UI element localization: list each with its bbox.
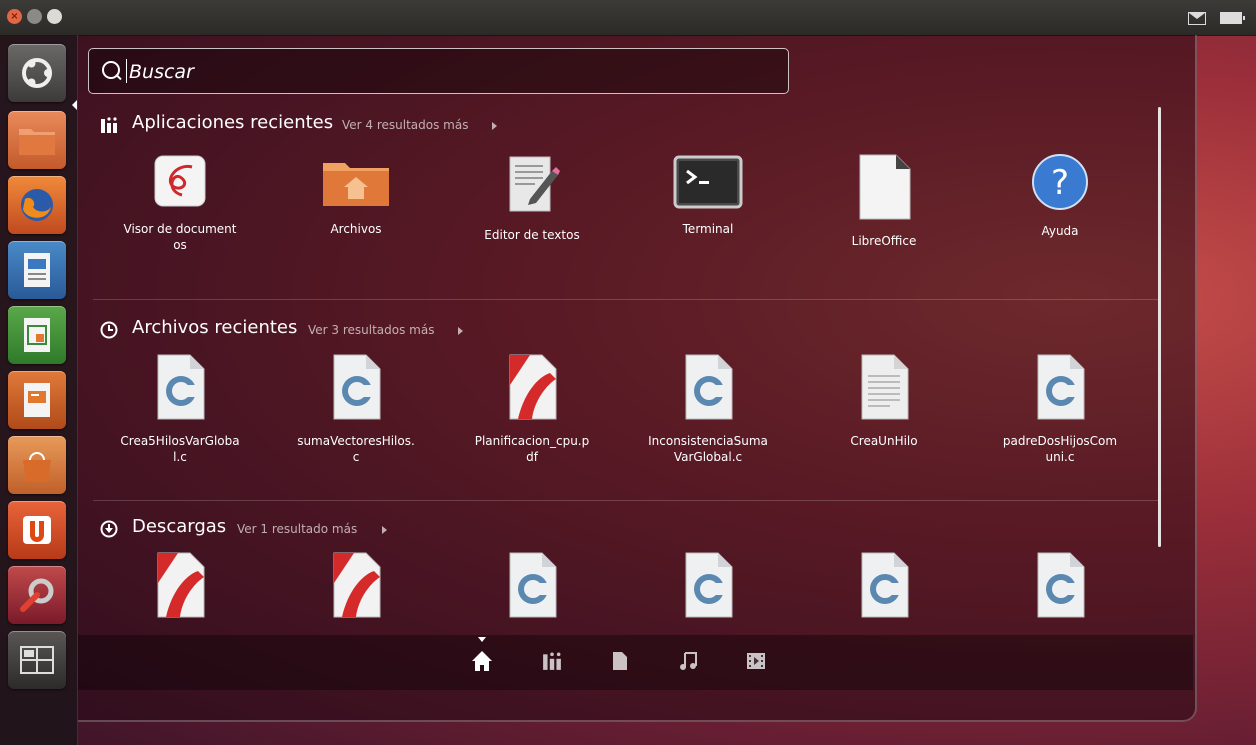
download-tile[interactable] — [100, 551, 260, 619]
lens-bar — [78, 635, 1193, 690]
file-tile[interactable]: sumaVectoresHilos.c — [276, 353, 436, 465]
app-tile-document-viewer[interactable]: Visor de documentos — [100, 153, 260, 253]
files-icon[interactable] — [8, 111, 66, 169]
calc-icon[interactable] — [8, 306, 66, 364]
pdf-file-icon — [509, 354, 557, 420]
app-tile-help[interactable]: ? Ayuda — [980, 153, 1140, 239]
launcher — [0, 35, 78, 745]
more-results-link[interactable]: Ver 3 resultados más — [308, 323, 434, 337]
app-tile-text-editor[interactable]: Editor de textos — [452, 153, 612, 243]
download-tile[interactable] — [980, 551, 1140, 619]
firefox-icon[interactable] — [8, 176, 66, 234]
expand-arrow-icon[interactable] — [382, 526, 387, 534]
c-file-icon — [509, 552, 557, 618]
home-folder-icon — [323, 163, 389, 206]
maximize-window-button[interactable] — [47, 9, 62, 24]
top-panel: × — [0, 0, 1256, 36]
download-tile[interactable] — [276, 551, 436, 619]
pdf-file-icon — [333, 552, 381, 618]
search-icon — [102, 61, 120, 79]
tile-label: LibreOffice — [851, 234, 917, 248]
file-tile[interactable]: InconsistenciaSumaVarGlobal.c — [628, 353, 788, 465]
category-title: Archivos recientes — [132, 317, 298, 338]
app-tile-terminal[interactable]: Terminal — [628, 153, 788, 237]
download-tile[interactable] — [452, 551, 612, 619]
video-lens-icon[interactable] — [744, 649, 768, 673]
search-input[interactable] — [127, 57, 771, 87]
category-separator — [93, 500, 1158, 501]
tile-label: Editor de textos — [484, 228, 580, 242]
applications-lens-icon[interactable] — [540, 649, 564, 673]
download-icon — [100, 520, 118, 538]
libreoffice-icon — [859, 154, 911, 220]
tile-label: Planificacion_cpu.pdf — [474, 434, 590, 464]
dash-home-icon[interactable] — [8, 44, 66, 102]
workspace-switcher-icon[interactable] — [8, 631, 66, 689]
expand-arrow-icon[interactable] — [458, 327, 463, 335]
tile-label: Archivos — [330, 222, 382, 236]
system-settings-icon[interactable] — [8, 566, 66, 624]
tile-label: Crea5HilosVarGlobal.c — [120, 434, 240, 464]
c-file-icon — [685, 552, 733, 618]
search-box[interactable] — [88, 48, 789, 94]
file-tile[interactable]: padreDosHijosComuni.c — [980, 353, 1140, 465]
apps-icon — [101, 117, 117, 133]
active-lens-indicator — [478, 637, 486, 642]
document-viewer-icon — [154, 155, 206, 207]
mail-indicator-icon[interactable] — [1188, 12, 1206, 25]
app-tile-libreoffice[interactable]: LibreOffice — [804, 153, 964, 249]
tile-label: Ayuda — [1041, 224, 1079, 238]
active-launcher-pointer — [72, 100, 77, 110]
c-file-icon — [861, 552, 909, 618]
c-file-icon — [333, 354, 381, 420]
app-tile-files[interactable]: Archivos — [276, 153, 436, 237]
dash: Aplicaciones recientes Ver 4 resultados … — [78, 35, 1197, 722]
battery-indicator-icon[interactable] — [1220, 12, 1245, 24]
ubuntu-one-icon[interactable] — [8, 501, 66, 559]
impress-icon[interactable] — [8, 371, 66, 429]
file-tile[interactable]: Planificacion_cpu.pdf — [452, 353, 612, 465]
more-results-link[interactable]: Ver 1 resultado más — [237, 522, 357, 536]
tile-label: Terminal — [682, 222, 734, 236]
download-tile[interactable] — [804, 551, 964, 619]
clock-icon — [100, 321, 118, 339]
expand-arrow-icon[interactable] — [492, 122, 497, 130]
terminal-icon — [673, 155, 743, 209]
tile-label: InconsistenciaSumaVarGlobal.c — [648, 434, 768, 464]
close-window-button[interactable]: × — [7, 9, 22, 24]
tile-label: Visor de documentos — [123, 222, 237, 252]
files-lens-icon[interactable] — [608, 649, 632, 673]
writer-icon[interactable] — [8, 241, 66, 299]
tile-label: padreDosHijosComuni.c — [1002, 434, 1118, 464]
tile-label: CreaUnHilo — [850, 434, 918, 448]
pdf-file-icon — [157, 552, 205, 618]
home-lens-icon[interactable] — [470, 649, 494, 673]
c-file-icon — [1037, 354, 1085, 420]
svg-text:?: ? — [1051, 163, 1069, 203]
category-separator — [93, 299, 1158, 300]
file-tile[interactable]: Crea5HilosVarGlobal.c — [100, 353, 260, 465]
c-file-icon — [157, 354, 205, 420]
download-tile[interactable] — [628, 551, 788, 619]
category-title: Aplicaciones recientes — [132, 112, 334, 133]
minimize-window-button[interactable] — [27, 9, 42, 24]
text-file-icon — [861, 354, 909, 420]
text-editor-icon — [509, 156, 560, 212]
c-file-icon — [685, 354, 733, 420]
software-center-icon[interactable] — [8, 436, 66, 494]
help-icon: ? — [1032, 154, 1088, 210]
tile-label: sumaVectoresHilos.c — [297, 434, 415, 464]
file-tile[interactable]: CreaUnHilo — [804, 353, 964, 449]
more-results-link[interactable]: Ver 4 resultados más — [342, 118, 468, 132]
category-title: Descargas — [132, 516, 227, 537]
music-lens-icon[interactable] — [676, 649, 700, 673]
scrollbar[interactable] — [1158, 107, 1161, 547]
c-file-icon — [1037, 552, 1085, 618]
